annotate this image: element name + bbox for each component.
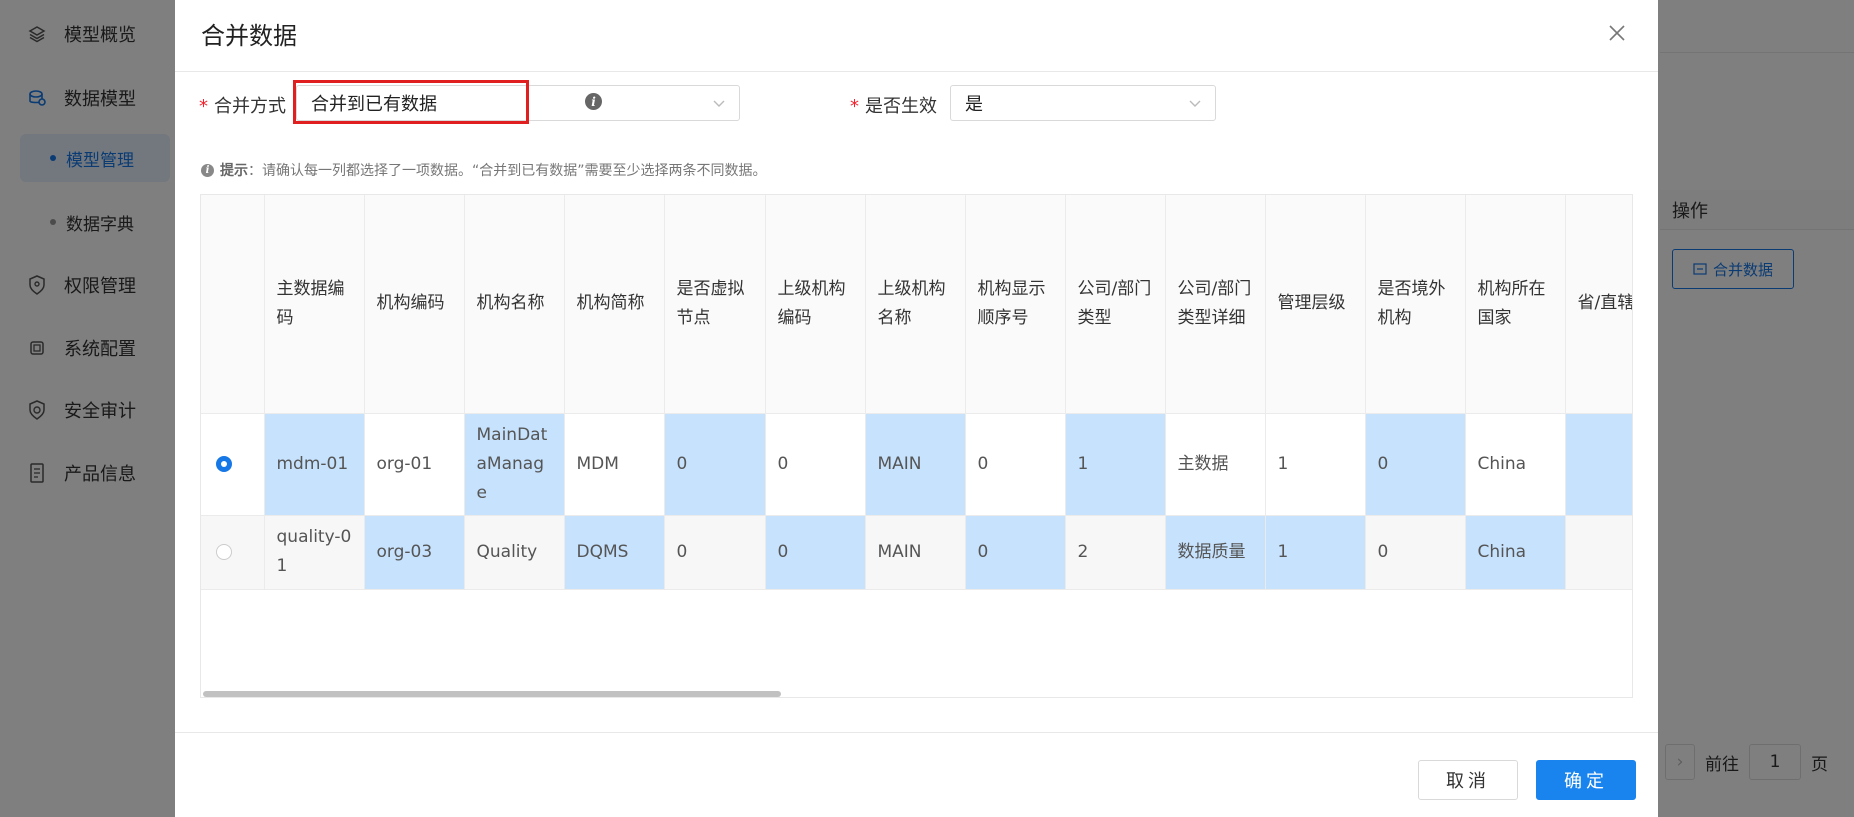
table-cell[interactable]: 0 xyxy=(965,515,1066,590)
column-header: 省/直辖市 xyxy=(1565,195,1632,414)
merge-data-dialog: 合并数据 * 合并方式 合并到已有数据 i * 是否生效 是 i 提示：请确认每一列… xyxy=(175,0,1658,817)
row-radio[interactable] xyxy=(216,455,232,472)
hint-prefix: 提示 xyxy=(220,163,248,179)
merge-mode-select[interactable]: 合并到已有数据 xyxy=(296,85,740,121)
table-cell[interactable]: MAIN xyxy=(865,515,966,590)
merge-table: 主数据编码 机构编码 机构名称 机构简称 是否虚拟节点 上级机构编码 上级机构名… xyxy=(200,194,1633,698)
table-cell[interactable]: 2 xyxy=(1065,515,1166,590)
info-icon: i xyxy=(201,163,214,177)
table-cell[interactable]: mdm-01 xyxy=(264,413,365,516)
table-cell[interactable]: MainDataManage xyxy=(464,413,565,516)
dialog-footer-divider xyxy=(175,732,1658,733)
table-cell[interactable]: 主数据 xyxy=(1165,413,1266,516)
table-cell[interactable] xyxy=(1565,515,1632,590)
merge-mode-label: * 合并方式 xyxy=(199,92,286,118)
is-active-label: * 是否生效 xyxy=(850,92,937,118)
data-table: 主数据编码 机构编码 机构名称 机构简称 是否虚拟节点 上级机构编码 上级机构名… xyxy=(201,195,1632,590)
table-cell[interactable]: 数据质量 xyxy=(1165,515,1266,590)
required-asterisk: * xyxy=(850,96,859,117)
row-radio-cell[interactable] xyxy=(201,515,265,590)
table-row[interactable]: mdm-01 org-01 MainDataManage MDM 0 0 MAI… xyxy=(201,413,1632,516)
horizontal-scrollbar[interactable] xyxy=(203,691,781,697)
cancel-button[interactable]: 取消 xyxy=(1418,760,1518,800)
table-cell[interactable]: China xyxy=(1465,515,1566,590)
is-active-value: 是 xyxy=(965,94,983,115)
table-cell[interactable]: MDM xyxy=(564,413,665,516)
column-header: 机构简称 xyxy=(564,195,665,414)
dialog-header: 合并数据 xyxy=(175,0,1658,72)
info-icon[interactable]: i xyxy=(585,93,602,110)
column-header: 机构所在国家 xyxy=(1465,195,1566,414)
hint-text: i 提示：请确认每一列都选择了一项数据。“合并到已有数据”需要至少选择两条不同数… xyxy=(201,160,767,180)
table-header-row: 主数据编码 机构编码 机构名称 机构简称 是否虚拟节点 上级机构编码 上级机构名… xyxy=(201,195,1632,414)
hint-message: ：请确认每一列都选择了一项数据。“合并到已有数据”需要至少选择两条不同数据。 xyxy=(248,163,767,179)
required-asterisk: * xyxy=(199,96,208,117)
table-cell[interactable]: 0 xyxy=(1365,515,1466,590)
table-cell[interactable]: DQMS xyxy=(564,515,665,590)
table-cell[interactable]: 0 xyxy=(664,515,766,590)
row-radio-cell[interactable] xyxy=(201,413,265,516)
close-icon[interactable] xyxy=(1602,18,1632,48)
table-cell[interactable]: 0 xyxy=(965,413,1066,516)
table-cell[interactable]: 1 xyxy=(1265,515,1366,590)
table-cell[interactable]: Quality xyxy=(464,515,565,590)
is-active-label-text: 是否生效 xyxy=(865,96,937,117)
table-cell[interactable]: 0 xyxy=(765,413,866,516)
table-cell[interactable]: 1 xyxy=(1265,413,1366,516)
is-active-select[interactable]: 是 xyxy=(950,85,1216,121)
table-cell[interactable]: China xyxy=(1465,413,1566,516)
table-cell[interactable]: MAIN xyxy=(865,413,966,516)
table-cell[interactable]: org-03 xyxy=(364,515,465,590)
dialog-title: 合并数据 xyxy=(201,22,297,50)
column-header: 上级机构名称 xyxy=(865,195,966,414)
chevron-down-icon xyxy=(1189,100,1201,107)
column-header: 管理层级 xyxy=(1265,195,1366,414)
row-radio[interactable] xyxy=(216,543,232,560)
column-header: 公司/部门类型 xyxy=(1065,195,1166,414)
column-header: 机构名称 xyxy=(464,195,565,414)
table-cell[interactable]: org-01 xyxy=(364,413,465,516)
column-header: 上级机构编码 xyxy=(765,195,866,414)
table-cell[interactable]: 0 xyxy=(664,413,766,516)
column-header: 主数据编码 xyxy=(264,195,365,414)
table-cell[interactable]: 1 xyxy=(1065,413,1166,516)
column-header: 机构编码 xyxy=(364,195,465,414)
merge-mode-label-text: 合并方式 xyxy=(214,96,286,117)
merge-mode-value: 合并到已有数据 xyxy=(311,94,437,115)
column-header: 公司/部门类型详细 xyxy=(1165,195,1266,414)
column-header: 是否境外机构 xyxy=(1365,195,1466,414)
table-row[interactable]: quality-01 org-03 Quality DQMS 0 0 MAIN … xyxy=(201,515,1632,590)
column-header: 是否虚拟节点 xyxy=(664,195,766,414)
table-cell[interactable]: 0 xyxy=(1365,413,1466,516)
chevron-down-icon xyxy=(713,100,725,107)
select-column-header xyxy=(201,195,265,414)
column-header: 机构显示顺序号 xyxy=(965,195,1066,414)
table-cell[interactable] xyxy=(1565,413,1632,516)
table-cell[interactable]: quality-01 xyxy=(264,515,365,590)
table-cell[interactable]: 0 xyxy=(765,515,866,590)
confirm-button[interactable]: 确定 xyxy=(1536,760,1636,800)
